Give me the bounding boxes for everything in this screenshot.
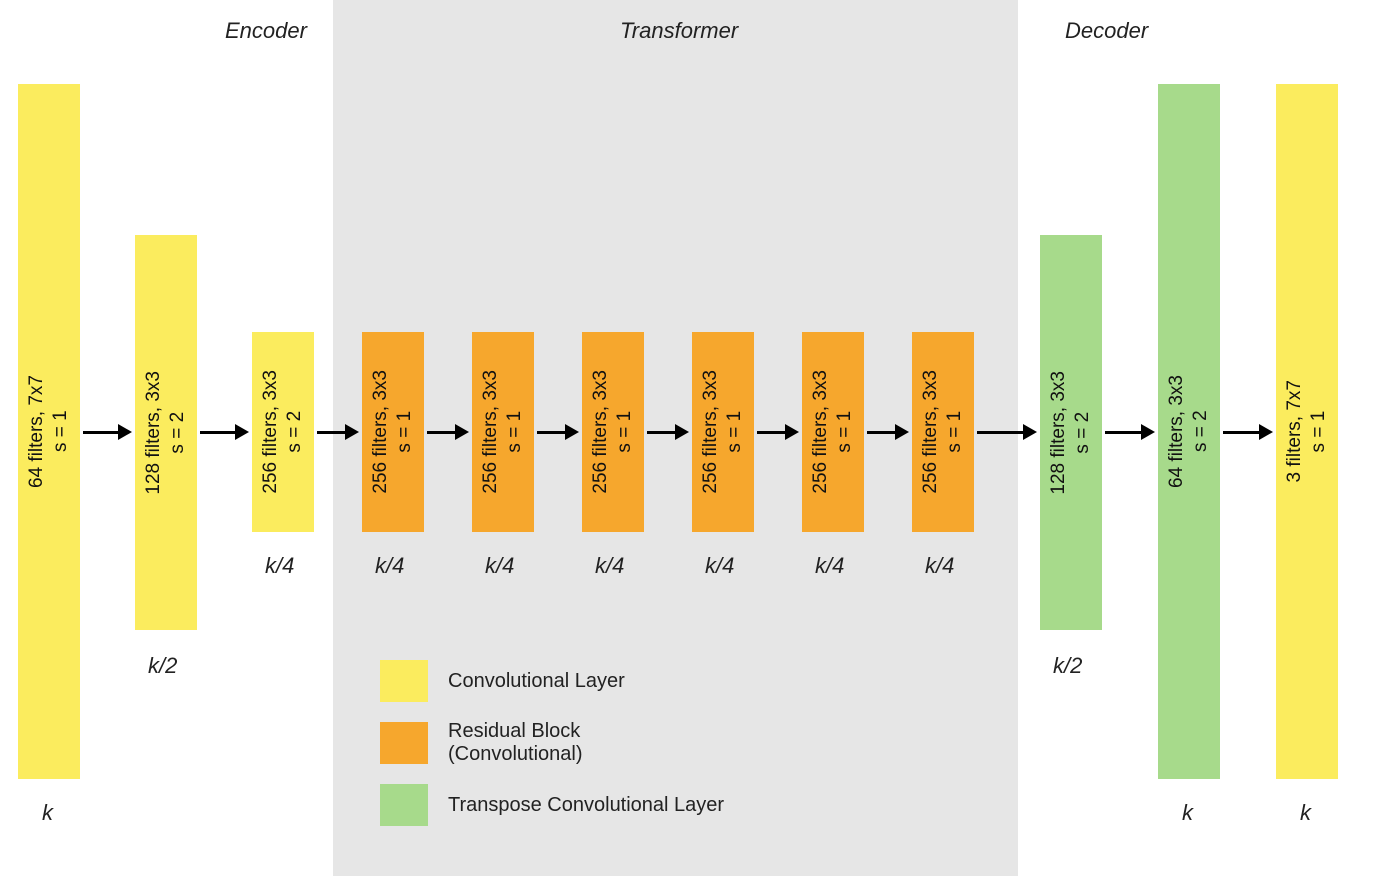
layer-dim: k xyxy=(1182,800,1193,826)
layer-label: 256 filters, 3x3 s = 1 xyxy=(809,370,857,494)
layer-decoder-2: 64 filters, 3x3 s = 2 xyxy=(1158,84,1220,779)
architecture-diagram: Encoder Transformer Decoder 64 filters, … xyxy=(0,0,1400,876)
arrow-icon xyxy=(83,424,132,440)
arrow-icon xyxy=(757,424,799,440)
legend: Convolutional Layer Residual Block (Conv… xyxy=(380,660,724,844)
layer-encoder-3: 256 filters, 3x3 s = 2 xyxy=(252,332,314,532)
layer-encoder-2: 128 filters, 3x3 s = 2 xyxy=(135,235,197,630)
arrow-icon xyxy=(200,424,249,440)
layer-decoder-3: 3 filters, 7x7 s = 1 xyxy=(1276,84,1338,779)
layer-residual-3: 256 filters, 3x3 s = 1 xyxy=(582,332,644,532)
arrow-icon xyxy=(1105,424,1155,440)
layer-label: 256 filters, 3x3 s = 1 xyxy=(369,370,417,494)
layer-residual-4: 256 filters, 3x3 s = 1 xyxy=(692,332,754,532)
arrow-icon xyxy=(537,424,579,440)
layer-dim: k/2 xyxy=(1053,653,1082,679)
arrow-icon xyxy=(867,424,909,440)
arrow-icon xyxy=(427,424,469,440)
legend-label: Residual Block (Convolutional) xyxy=(448,720,583,766)
layer-dim: k/4 xyxy=(485,553,514,579)
layer-residual-5: 256 filters, 3x3 s = 1 xyxy=(802,332,864,532)
legend-label: Transpose Convolutional Layer xyxy=(448,794,724,817)
layer-label: 64 filters, 3x3 s = 2 xyxy=(1165,375,1213,488)
layer-label: 256 filters, 3x3 s = 2 xyxy=(259,370,307,494)
layer-dim: k xyxy=(1300,800,1311,826)
layer-label: 128 filters, 3x3 s = 2 xyxy=(142,371,190,495)
layer-dim: k/4 xyxy=(265,553,294,579)
legend-item-tconv: Transpose Convolutional Layer xyxy=(380,784,724,826)
layer-encoder-1: 64 filters, 7x7 s = 1 xyxy=(18,84,80,779)
section-label-decoder: Decoder xyxy=(1065,18,1148,44)
legend-label: Convolutional Layer xyxy=(448,670,625,693)
layer-residual-6: 256 filters, 3x3 s = 1 xyxy=(912,332,974,532)
layer-decoder-1: 128 filters, 3x3 s = 2 xyxy=(1040,235,1102,630)
layer-dim: k/4 xyxy=(375,553,404,579)
arrow-icon xyxy=(647,424,689,440)
layer-label: 64 filters, 7x7 s = 1 xyxy=(25,375,73,488)
layer-label: 256 filters, 3x3 s = 1 xyxy=(479,370,527,494)
layer-label: 128 filters, 3x3 s = 2 xyxy=(1047,371,1095,495)
legend-swatch-residual xyxy=(380,722,428,764)
layer-label: 3 filters, 7x7 s = 1 xyxy=(1283,380,1331,482)
layer-dim: k/4 xyxy=(925,553,954,579)
arrow-icon xyxy=(1223,424,1273,440)
legend-item-residual: Residual Block (Convolutional) xyxy=(380,720,724,766)
legend-item-conv: Convolutional Layer xyxy=(380,660,724,702)
arrow-icon xyxy=(977,424,1037,440)
layer-residual-2: 256 filters, 3x3 s = 1 xyxy=(472,332,534,532)
layer-dim: k xyxy=(42,800,53,826)
layer-dim: k/2 xyxy=(148,653,177,679)
layer-dim: k/4 xyxy=(815,553,844,579)
layer-label: 256 filters, 3x3 s = 1 xyxy=(699,370,747,494)
layer-label: 256 filters, 3x3 s = 1 xyxy=(919,370,967,494)
layer-label: 256 filters, 3x3 s = 1 xyxy=(589,370,637,494)
layer-dim: k/4 xyxy=(595,553,624,579)
legend-swatch-conv xyxy=(380,660,428,702)
layer-residual-1: 256 filters, 3x3 s = 1 xyxy=(362,332,424,532)
arrow-icon xyxy=(317,424,359,440)
section-label-transformer: Transformer xyxy=(620,18,738,44)
section-label-encoder: Encoder xyxy=(225,18,307,44)
layer-dim: k/4 xyxy=(705,553,734,579)
legend-swatch-tconv xyxy=(380,784,428,826)
